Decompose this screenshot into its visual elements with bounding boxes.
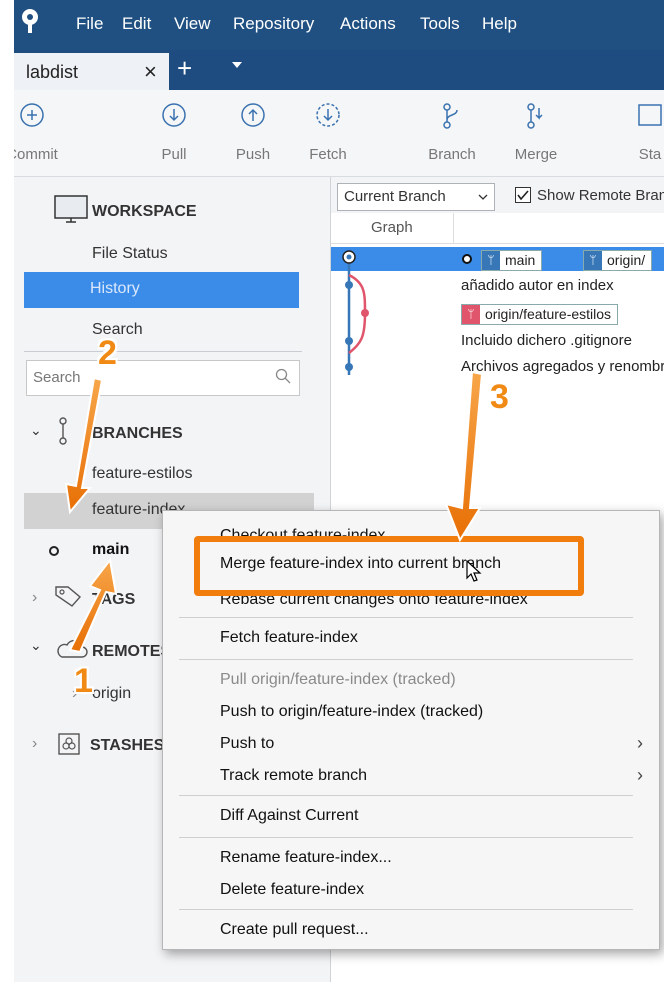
step-badge-1: 1 [74, 662, 93, 700]
sourcetree-window: File Edit View Repository Actions Tools … [14, 0, 664, 982]
step-badge-3: 3 [490, 378, 509, 416]
step-badge-2: 2 [98, 334, 117, 372]
left-edge [0, 0, 14, 982]
annotation-arrows [64, 370, 484, 654]
